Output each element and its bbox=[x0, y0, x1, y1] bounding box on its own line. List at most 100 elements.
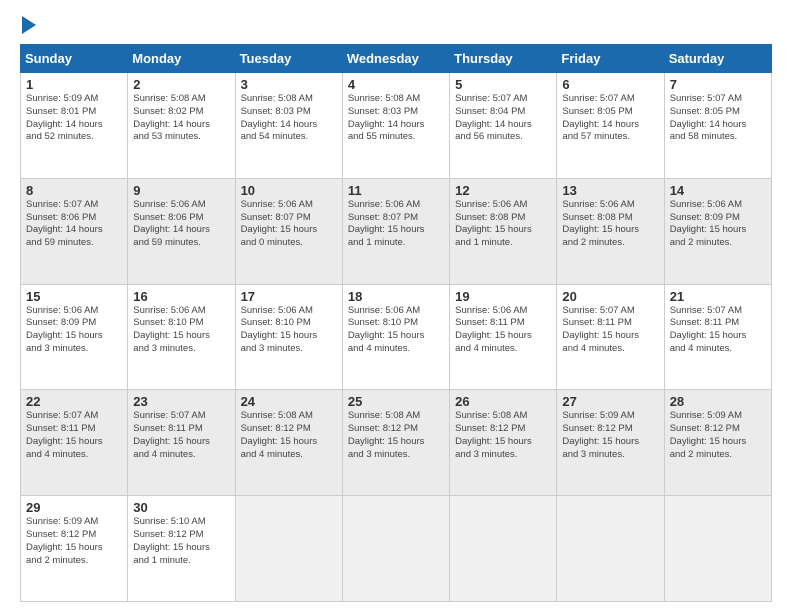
calendar-cell: 1Sunrise: 5:09 AM Sunset: 8:01 PM Daylig… bbox=[21, 73, 128, 179]
day-info: Sunrise: 5:09 AM Sunset: 8:12 PM Dayligh… bbox=[26, 516, 122, 567]
calendar-cell: 7Sunrise: 5:07 AM Sunset: 8:05 PM Daylig… bbox=[664, 73, 771, 179]
calendar-cell: 28Sunrise: 5:09 AM Sunset: 8:12 PM Dayli… bbox=[664, 390, 771, 496]
calendar-cell: 2Sunrise: 5:08 AM Sunset: 8:02 PM Daylig… bbox=[128, 73, 235, 179]
day-info: Sunrise: 5:06 AM Sunset: 8:09 PM Dayligh… bbox=[670, 199, 766, 250]
day-info: Sunrise: 5:06 AM Sunset: 8:08 PM Dayligh… bbox=[562, 199, 658, 250]
day-number: 8 bbox=[26, 183, 122, 198]
weekday-header-saturday: Saturday bbox=[664, 45, 771, 73]
calendar-cell: 4Sunrise: 5:08 AM Sunset: 8:03 PM Daylig… bbox=[342, 73, 449, 179]
calendar-cell: 13Sunrise: 5:06 AM Sunset: 8:08 PM Dayli… bbox=[557, 178, 664, 284]
day-number: 6 bbox=[562, 77, 658, 92]
day-info: Sunrise: 5:06 AM Sunset: 8:07 PM Dayligh… bbox=[241, 199, 337, 250]
day-info: Sunrise: 5:09 AM Sunset: 8:01 PM Dayligh… bbox=[26, 93, 122, 144]
day-info: Sunrise: 5:08 AM Sunset: 8:12 PM Dayligh… bbox=[348, 410, 444, 461]
day-info: Sunrise: 5:06 AM Sunset: 8:06 PM Dayligh… bbox=[133, 199, 229, 250]
day-number: 9 bbox=[133, 183, 229, 198]
calendar-cell bbox=[450, 496, 557, 602]
day-info: Sunrise: 5:07 AM Sunset: 8:06 PM Dayligh… bbox=[26, 199, 122, 250]
calendar-cell: 30Sunrise: 5:10 AM Sunset: 8:12 PM Dayli… bbox=[128, 496, 235, 602]
calendar-cell: 12Sunrise: 5:06 AM Sunset: 8:08 PM Dayli… bbox=[450, 178, 557, 284]
day-number: 29 bbox=[26, 500, 122, 515]
day-info: Sunrise: 5:06 AM Sunset: 8:08 PM Dayligh… bbox=[455, 199, 551, 250]
day-number: 15 bbox=[26, 289, 122, 304]
day-number: 27 bbox=[562, 394, 658, 409]
day-number: 14 bbox=[670, 183, 766, 198]
day-number: 19 bbox=[455, 289, 551, 304]
calendar-cell: 15Sunrise: 5:06 AM Sunset: 8:09 PM Dayli… bbox=[21, 284, 128, 390]
calendar-cell bbox=[235, 496, 342, 602]
day-info: Sunrise: 5:07 AM Sunset: 8:11 PM Dayligh… bbox=[133, 410, 229, 461]
day-number: 18 bbox=[348, 289, 444, 304]
calendar-cell: 10Sunrise: 5:06 AM Sunset: 8:07 PM Dayli… bbox=[235, 178, 342, 284]
calendar-cell: 26Sunrise: 5:08 AM Sunset: 8:12 PM Dayli… bbox=[450, 390, 557, 496]
day-number: 12 bbox=[455, 183, 551, 198]
day-info: Sunrise: 5:09 AM Sunset: 8:12 PM Dayligh… bbox=[670, 410, 766, 461]
logo-arrow-icon bbox=[22, 16, 36, 34]
day-number: 3 bbox=[241, 77, 337, 92]
day-info: Sunrise: 5:07 AM Sunset: 8:11 PM Dayligh… bbox=[26, 410, 122, 461]
day-info: Sunrise: 5:06 AM Sunset: 8:11 PM Dayligh… bbox=[455, 305, 551, 356]
calendar-cell: 6Sunrise: 5:07 AM Sunset: 8:05 PM Daylig… bbox=[557, 73, 664, 179]
day-number: 7 bbox=[670, 77, 766, 92]
calendar-cell bbox=[664, 496, 771, 602]
day-number: 10 bbox=[241, 183, 337, 198]
day-number: 5 bbox=[455, 77, 551, 92]
day-info: Sunrise: 5:08 AM Sunset: 8:12 PM Dayligh… bbox=[241, 410, 337, 461]
calendar-row: 8Sunrise: 5:07 AM Sunset: 8:06 PM Daylig… bbox=[21, 178, 772, 284]
calendar-cell: 9Sunrise: 5:06 AM Sunset: 8:06 PM Daylig… bbox=[128, 178, 235, 284]
logo bbox=[20, 18, 36, 34]
day-info: Sunrise: 5:07 AM Sunset: 8:11 PM Dayligh… bbox=[562, 305, 658, 356]
day-number: 17 bbox=[241, 289, 337, 304]
calendar-row: 29Sunrise: 5:09 AM Sunset: 8:12 PM Dayli… bbox=[21, 496, 772, 602]
calendar-cell: 20Sunrise: 5:07 AM Sunset: 8:11 PM Dayli… bbox=[557, 284, 664, 390]
day-info: Sunrise: 5:06 AM Sunset: 8:10 PM Dayligh… bbox=[133, 305, 229, 356]
calendar-cell bbox=[342, 496, 449, 602]
weekday-header-sunday: Sunday bbox=[21, 45, 128, 73]
day-info: Sunrise: 5:07 AM Sunset: 8:04 PM Dayligh… bbox=[455, 93, 551, 144]
calendar-cell: 27Sunrise: 5:09 AM Sunset: 8:12 PM Dayli… bbox=[557, 390, 664, 496]
calendar-cell: 5Sunrise: 5:07 AM Sunset: 8:04 PM Daylig… bbox=[450, 73, 557, 179]
day-number: 11 bbox=[348, 183, 444, 198]
day-number: 13 bbox=[562, 183, 658, 198]
day-number: 22 bbox=[26, 394, 122, 409]
day-info: Sunrise: 5:08 AM Sunset: 8:02 PM Dayligh… bbox=[133, 93, 229, 144]
day-info: Sunrise: 5:08 AM Sunset: 8:03 PM Dayligh… bbox=[348, 93, 444, 144]
day-number: 20 bbox=[562, 289, 658, 304]
day-info: Sunrise: 5:06 AM Sunset: 8:10 PM Dayligh… bbox=[348, 305, 444, 356]
day-info: Sunrise: 5:07 AM Sunset: 8:11 PM Dayligh… bbox=[670, 305, 766, 356]
day-number: 2 bbox=[133, 77, 229, 92]
calendar-cell: 25Sunrise: 5:08 AM Sunset: 8:12 PM Dayli… bbox=[342, 390, 449, 496]
day-number: 1 bbox=[26, 77, 122, 92]
day-number: 16 bbox=[133, 289, 229, 304]
day-number: 23 bbox=[133, 394, 229, 409]
calendar-cell: 23Sunrise: 5:07 AM Sunset: 8:11 PM Dayli… bbox=[128, 390, 235, 496]
day-number: 30 bbox=[133, 500, 229, 515]
calendar-cell: 14Sunrise: 5:06 AM Sunset: 8:09 PM Dayli… bbox=[664, 178, 771, 284]
day-info: Sunrise: 5:07 AM Sunset: 8:05 PM Dayligh… bbox=[562, 93, 658, 144]
calendar-cell: 17Sunrise: 5:06 AM Sunset: 8:10 PM Dayli… bbox=[235, 284, 342, 390]
day-number: 26 bbox=[455, 394, 551, 409]
calendar-cell: 3Sunrise: 5:08 AM Sunset: 8:03 PM Daylig… bbox=[235, 73, 342, 179]
calendar-cell: 19Sunrise: 5:06 AM Sunset: 8:11 PM Dayli… bbox=[450, 284, 557, 390]
calendar-cell bbox=[557, 496, 664, 602]
day-number: 28 bbox=[670, 394, 766, 409]
day-number: 24 bbox=[241, 394, 337, 409]
calendar-cell: 18Sunrise: 5:06 AM Sunset: 8:10 PM Dayli… bbox=[342, 284, 449, 390]
day-info: Sunrise: 5:06 AM Sunset: 8:10 PM Dayligh… bbox=[241, 305, 337, 356]
page: SundayMondayTuesdayWednesdayThursdayFrid… bbox=[0, 0, 792, 612]
calendar-cell: 11Sunrise: 5:06 AM Sunset: 8:07 PM Dayli… bbox=[342, 178, 449, 284]
day-info: Sunrise: 5:09 AM Sunset: 8:12 PM Dayligh… bbox=[562, 410, 658, 461]
calendar-cell: 24Sunrise: 5:08 AM Sunset: 8:12 PM Dayli… bbox=[235, 390, 342, 496]
day-number: 21 bbox=[670, 289, 766, 304]
weekday-header-thursday: Thursday bbox=[450, 45, 557, 73]
calendar-cell: 29Sunrise: 5:09 AM Sunset: 8:12 PM Dayli… bbox=[21, 496, 128, 602]
calendar-table: SundayMondayTuesdayWednesdayThursdayFrid… bbox=[20, 44, 772, 602]
calendar-cell: 22Sunrise: 5:07 AM Sunset: 8:11 PM Dayli… bbox=[21, 390, 128, 496]
calendar-row: 22Sunrise: 5:07 AM Sunset: 8:11 PM Dayli… bbox=[21, 390, 772, 496]
day-info: Sunrise: 5:08 AM Sunset: 8:12 PM Dayligh… bbox=[455, 410, 551, 461]
calendar-cell: 16Sunrise: 5:06 AM Sunset: 8:10 PM Dayli… bbox=[128, 284, 235, 390]
day-number: 4 bbox=[348, 77, 444, 92]
weekday-header-wednesday: Wednesday bbox=[342, 45, 449, 73]
header bbox=[20, 18, 772, 34]
day-info: Sunrise: 5:08 AM Sunset: 8:03 PM Dayligh… bbox=[241, 93, 337, 144]
